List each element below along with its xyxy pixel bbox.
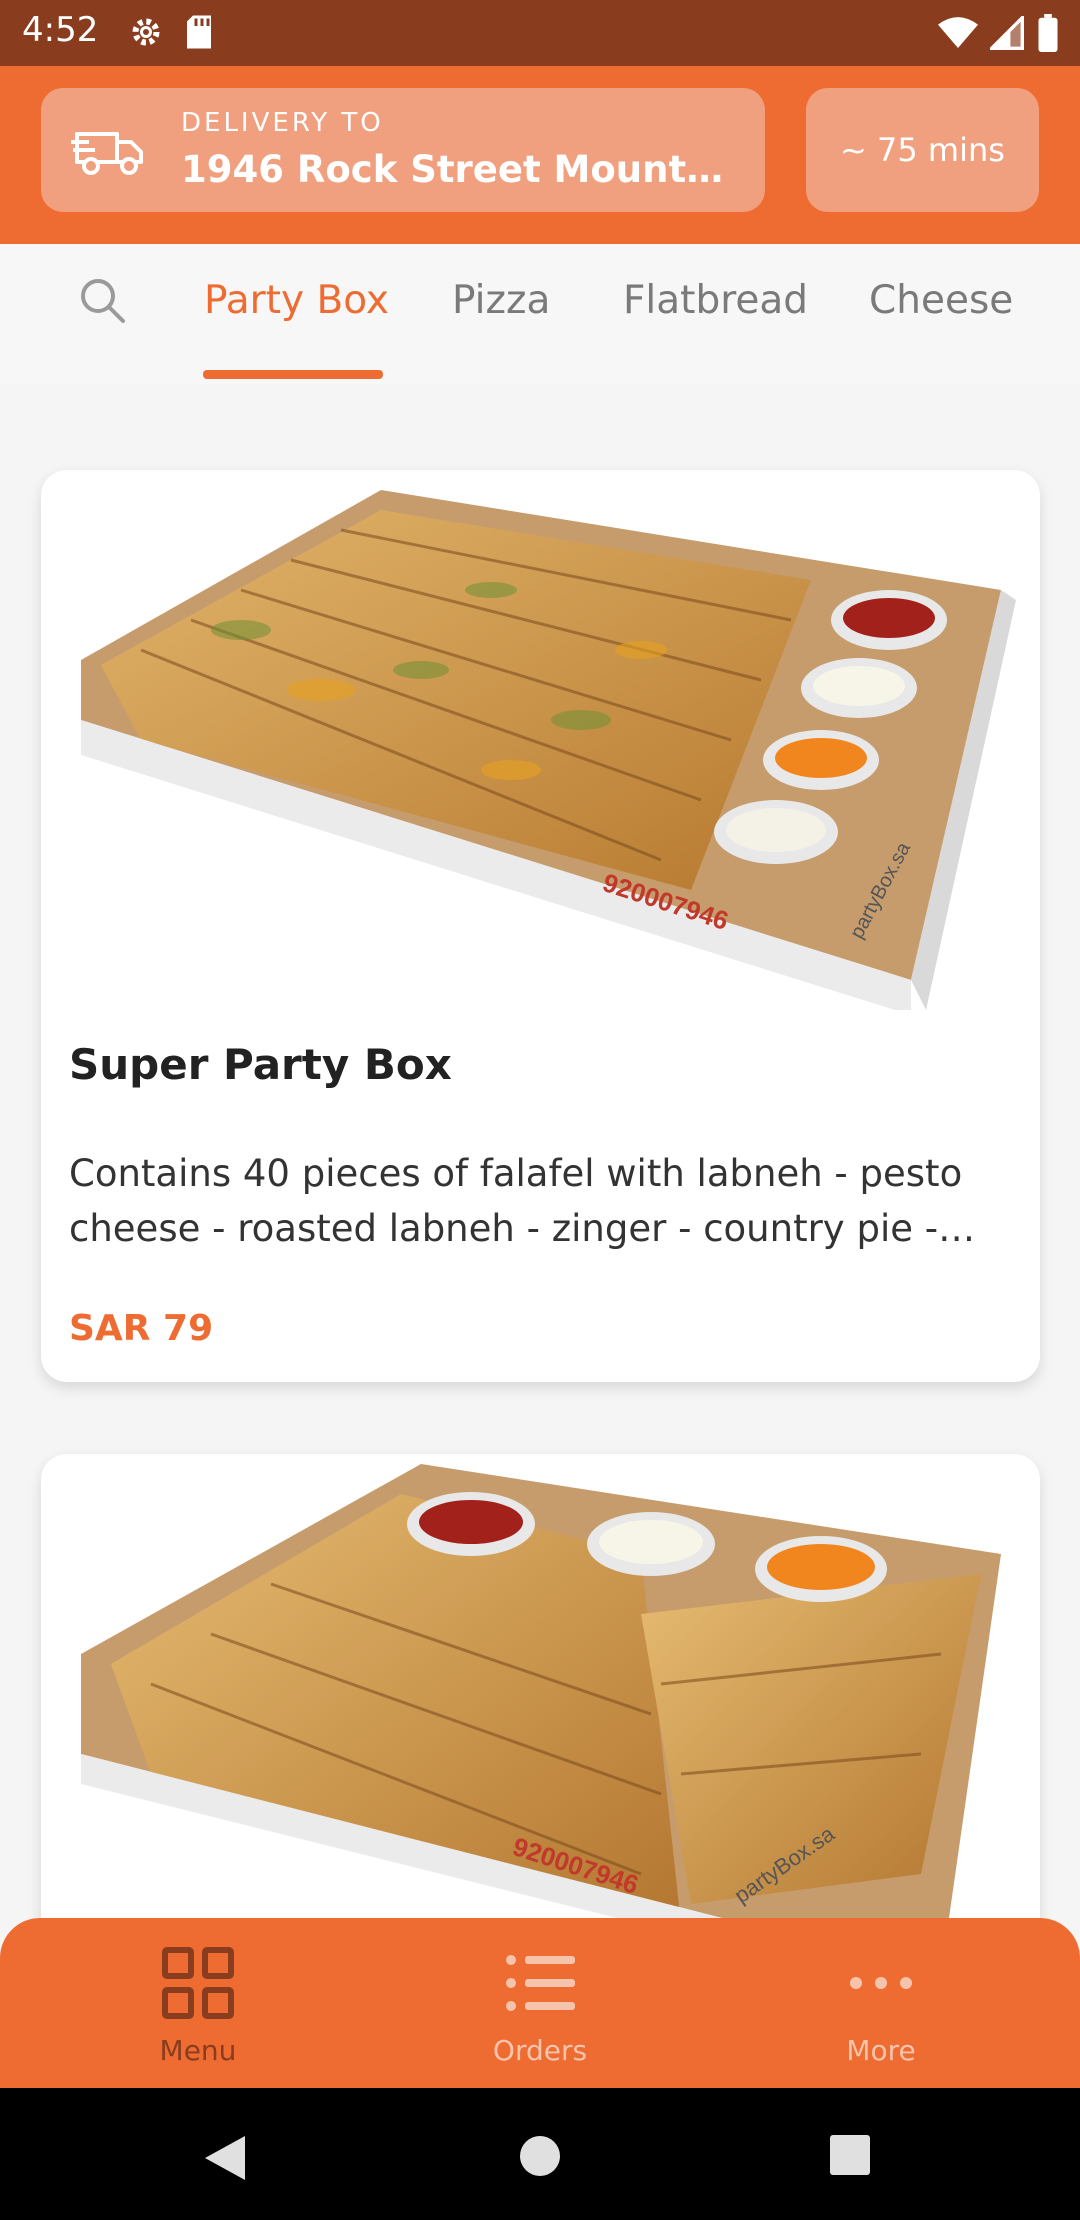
tab-pizza[interactable]: Pizza [452,278,550,323]
active-tab-indicator [203,370,383,379]
category-tabs: Party Box Pizza Flatbread Cheese | [0,244,1080,384]
product-image: 920007946 partyBox.sa [41,1454,1040,1974]
delivery-truck-icon [71,132,143,175]
status-time: 4:52 [22,10,99,50]
delivery-eta: ~ 75 mins [840,131,1005,169]
system-navigation-bar [0,2088,1080,2220]
list-icon [506,1955,575,2011]
nav-menu-label: Menu [159,2034,237,2067]
tab-next-partial[interactable]: | [1076,278,1080,323]
delivery-address: 1946 Rock Street Mountain … [181,148,741,191]
recents-icon[interactable] [829,2134,871,2176]
battery-icon [1038,14,1058,52]
product-title: Super Party Box [69,1040,452,1089]
delivery-label: DELIVERY TO [181,108,384,138]
wifi-icon [938,17,978,48]
search-icon[interactable] [78,276,128,326]
nav-orders-label: Orders [492,2034,588,2067]
grid-icon [162,1947,234,2019]
product-card[interactable]: 920007946 partyBox.sa Super Party Box Co… [41,470,1040,1382]
nav-more[interactable]: More [781,1946,981,2067]
tab-party-box[interactable]: Party Box [204,278,389,323]
product-price: SAR 79 [69,1308,214,1349]
product-description: Contains 40 pieces of falafel with labne… [69,1152,963,1250]
product-card[interactable]: 920007946 partyBox.sa [41,1454,1040,1974]
status-bar: 4:52 [0,0,1080,66]
tab-cheese[interactable]: Cheese [869,278,1013,323]
settings-gear-icon [132,18,160,46]
nav-menu[interactable]: Menu [98,1946,298,2067]
tab-flatbread[interactable]: Flatbread [623,278,808,323]
nav-orders[interactable]: Orders [440,1946,640,2067]
delivery-address-selector[interactable]: DELIVERY TO 1946 Rock Street Mountain … [41,88,765,212]
home-icon[interactable] [518,2134,562,2178]
bottom-navigation: Menu Orders More [0,1918,1080,2088]
cell-signal-icon [990,16,1024,50]
product-image: 920007946 partyBox.sa [41,470,1040,1010]
app-header: DELIVERY TO 1946 Rock Street Mountain … … [0,66,1080,244]
sd-card-icon [187,15,211,49]
back-icon[interactable] [203,2134,247,2182]
delivery-eta-button[interactable]: ~ 75 mins [806,88,1039,212]
nav-more-label: More [846,2034,916,2067]
more-dots-icon [850,1977,912,1989]
